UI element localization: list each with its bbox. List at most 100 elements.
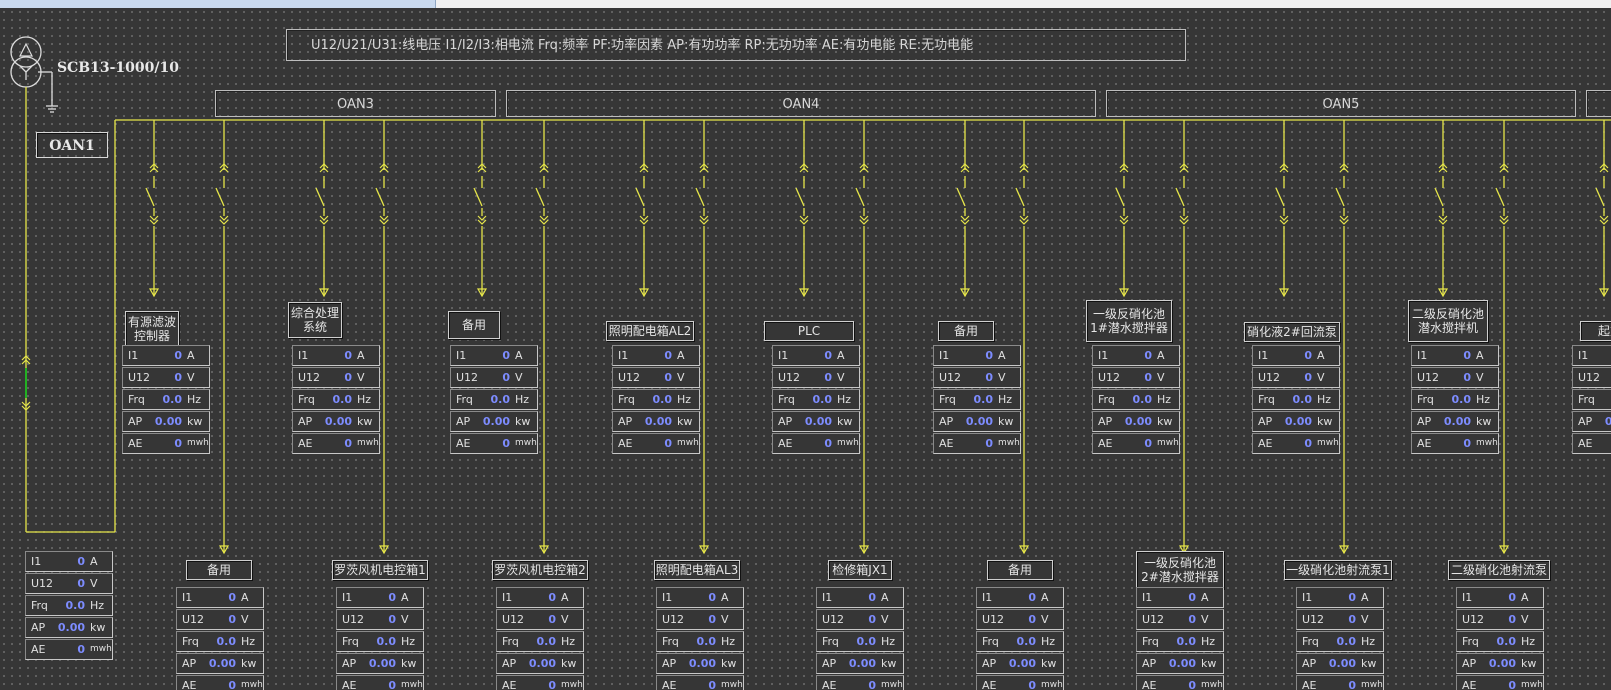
feeder-label-bottom-0[interactable]: 备用: [186, 560, 252, 580]
meter-row-ae: AE 0 mwh: [976, 675, 1064, 690]
meter-key: Frq: [1578, 393, 1595, 406]
top-feeder-7-plug-icon: [1279, 215, 1289, 221]
feeder-label-top-4[interactable]: PLC: [764, 321, 854, 341]
meter-row-ap: AP 0.00 kw: [292, 411, 380, 432]
meter-value-i1: 0: [824, 349, 832, 362]
meter-row-frq: Frq 0.0 Hz: [1456, 631, 1544, 652]
meter-key: AP: [1462, 657, 1477, 670]
meter-value-frq: 0.0: [1016, 635, 1037, 648]
meter-unit: V: [881, 613, 889, 626]
bus-next[interactable]: [1586, 90, 1611, 117]
meter-value-ae: 0: [708, 679, 716, 690]
meter-unit: mwh: [998, 438, 1020, 448]
meter-unit: mwh: [721, 680, 743, 690]
meter-value-ae: 0: [548, 679, 556, 690]
meter-unit: mwh: [677, 438, 699, 448]
meter-key: Frq: [1462, 635, 1479, 648]
bus-oan4[interactable]: OAN4: [506, 90, 1096, 117]
meter-value-frq: 0.0: [696, 635, 717, 648]
top-feeder-8-breaker-switch: [1434, 187, 1444, 207]
meter-key: AE: [128, 437, 143, 450]
meter-unit: A: [1157, 349, 1165, 362]
meter-key: AE: [618, 437, 633, 450]
feeder-label-bottom-6[interactable]: 一级反硝化池 2#潜水搅拌器: [1136, 551, 1224, 589]
meter-row-ae: AE 0 mwh: [292, 433, 380, 454]
top-feeder-5-plug-icon: [960, 215, 970, 221]
meter-key: I1: [1258, 349, 1269, 362]
meter-unit: A: [881, 591, 889, 604]
top-feeder-9-breaker-switch: [1595, 187, 1605, 207]
meter-value-u12: 0: [1463, 371, 1471, 384]
feeder-label-text: 备用: [1007, 563, 1032, 577]
meter-unit: Hz: [1521, 635, 1536, 648]
feeder-label-bottom-4[interactable]: 检修箱JX1: [828, 560, 892, 580]
meter-unit: V: [1476, 371, 1484, 384]
meter-key: AP: [939, 415, 954, 428]
meter-row-frq: Frq 0.0 Hz: [1136, 631, 1224, 652]
meter-value-frq: 0.0: [1292, 393, 1313, 406]
feeder-label-top-9[interactable]: 起重: [1580, 321, 1611, 341]
meter-value-u12: 0: [344, 371, 352, 384]
feeder-label-top-6[interactable]: 一级反硝化池 1#潜水搅拌器: [1086, 300, 1172, 342]
feeder-label-top-8[interactable]: 二级反硝化池 潜水搅拌机: [1408, 300, 1488, 342]
feeder-label-bottom-5[interactable]: 备用: [987, 560, 1053, 580]
meter-key: AP: [1098, 415, 1113, 428]
feeder-label-top-2[interactable]: 备用: [448, 311, 500, 339]
bottom-feeder-8-breaker-switch: [1495, 187, 1505, 207]
bus-oan3[interactable]: OAN3: [215, 90, 496, 117]
meter-value-u12: 0: [502, 371, 510, 384]
meter-row-i1: I1 0A: [122, 345, 210, 366]
top-feeder-2-plug-icon: [477, 215, 487, 221]
meter-row-i1: I1 0A: [933, 345, 1021, 366]
meter-row-ap: AP 0.00 kw: [450, 411, 538, 432]
meter-unit: A: [561, 591, 569, 604]
meter-key: AE: [182, 679, 197, 690]
meter-row-u12: U12 0V: [1296, 609, 1384, 630]
feeder-label-top-7[interactable]: 硝化液2#回流泵: [1244, 322, 1340, 342]
meter-row-frq: Frq 0.0 Hz: [496, 631, 584, 652]
meter-unit: kw: [1201, 657, 1217, 670]
meter-unit: Hz: [241, 635, 256, 648]
feeder-label-bottom-1[interactable]: 罗茨风机电控箱1: [332, 560, 428, 580]
feeder-label-top-1[interactable]: 综合处理 系统: [288, 302, 342, 338]
feeder-label-top-5[interactable]: 备用: [938, 321, 994, 341]
feeder-label-top-3[interactable]: 照明配电箱AL2: [606, 321, 694, 341]
meter-key: Frq: [982, 635, 999, 648]
feeder-label-text: PLC: [797, 324, 821, 338]
meter-unit: kw: [1476, 415, 1492, 428]
feeder-label-bottom-2[interactable]: 罗茨风机电控箱2: [492, 560, 588, 580]
meter-unit: A: [90, 555, 98, 568]
bus-oan5[interactable]: OAN5: [1106, 90, 1576, 117]
feeder-label-bottom-3[interactable]: 照明配电箱AL3: [654, 560, 740, 580]
meter-unit: kw: [515, 415, 531, 428]
feeder-label-top-0[interactable]: 有源滤波 控制器: [125, 311, 179, 347]
meter-value-frq: 0.0: [1496, 635, 1517, 648]
meter-unit: mwh: [881, 680, 903, 690]
incomer-label[interactable]: OAN1: [36, 132, 108, 158]
feeder-label-bottom-7[interactable]: 一级硝化池射流泵1: [1284, 560, 1392, 580]
meter-key: Frq: [182, 635, 199, 648]
meter-row-u12: U12 0V: [25, 573, 113, 594]
meter-unit: A: [998, 349, 1006, 362]
meter-value-ae: 0: [77, 643, 85, 656]
meter-unit: V: [837, 371, 845, 384]
meter-value-u12: 0: [985, 371, 993, 384]
meter-key: U12: [31, 577, 54, 590]
meter-key: AP: [182, 657, 197, 670]
meter-value-ap: 0.00: [1488, 657, 1516, 670]
feeder-label-bottom-8[interactable]: 二级硝化池射流泵: [1448, 560, 1550, 580]
meter-row-ae: AE 0 mwh: [122, 433, 210, 454]
meter-unit: V: [401, 613, 409, 626]
meter-panel: I10AU120VFrq0.0HzAP0.00kwAE0mwh: [1572, 345, 1611, 455]
meter-row-ae: AE 0 mwh: [1411, 433, 1499, 454]
meter-row-ap: AP 0.00 kw: [772, 411, 860, 432]
meter-key: AP: [1302, 657, 1317, 670]
meter-value-ap: 0.00: [57, 621, 85, 634]
meter-row-ae: AE 0 mwh: [450, 433, 538, 454]
meter-row-ap: AP 0.00 kw: [612, 411, 700, 432]
top-feeder-4-plug-icon: [799, 215, 809, 221]
meter-panel: I10AU120VFrq0.0HzAP0.00kwAE0mwh: [336, 587, 424, 690]
top-feeder-2-breaker-switch: [473, 187, 483, 207]
delta-symbol-icon: [19, 42, 33, 57]
bottom-feeder-4-breaker-switch: [855, 187, 865, 207]
